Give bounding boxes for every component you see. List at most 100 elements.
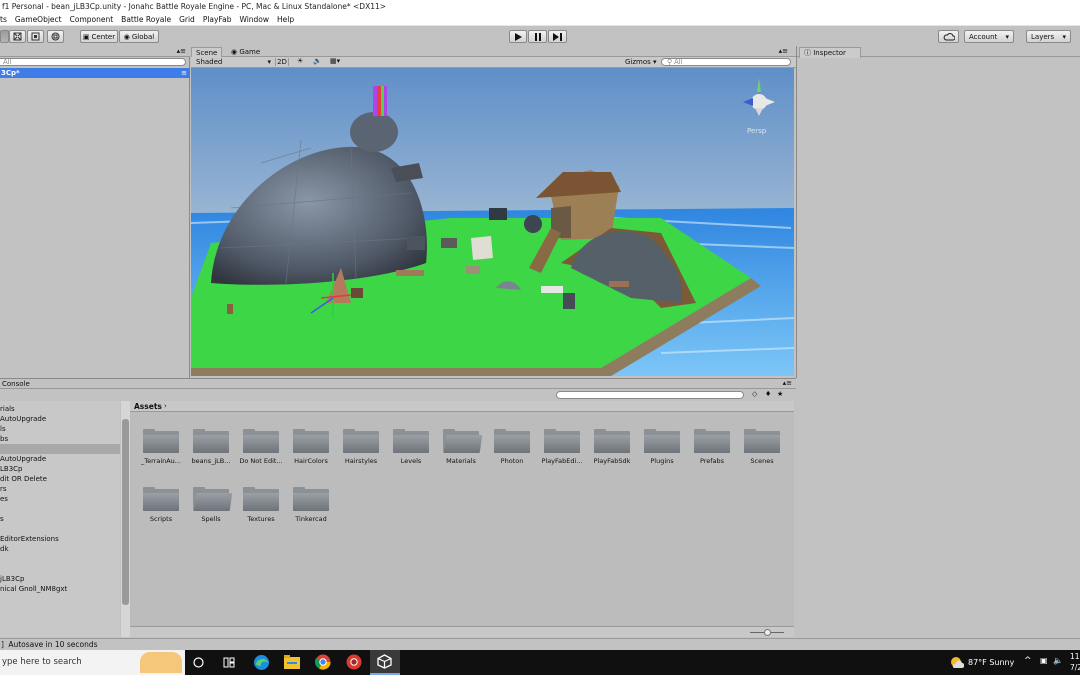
clock-date[interactable]: 7/2 <box>1070 663 1080 672</box>
menu-playfab[interactable]: PlayFab <box>203 13 232 26</box>
tree-item[interactable]: EditorExtensions <box>0 534 120 544</box>
mode-2d-toggle[interactable]: 2D <box>275 58 289 66</box>
tree-item[interactable]: jLB3Cp <box>0 574 120 584</box>
shading-mode-dropdown[interactable]: Shaded ▾ <box>196 58 271 66</box>
folder-icon <box>694 429 730 453</box>
tree-item[interactable]: s <box>0 514 120 524</box>
folder-item[interactable]: Textures <box>236 487 286 523</box>
audio-toggle[interactable]: 🔈 <box>313 57 322 65</box>
global-space-toggle[interactable]: ◉ Global <box>119 30 159 43</box>
folder-item[interactable]: beans_jLB... <box>186 429 236 465</box>
tree-item[interactable]: AutoUpgrade <box>0 454 120 464</box>
folder-item[interactable]: Materials <box>436 429 486 465</box>
unity-taskbar-button[interactable] <box>370 650 400 675</box>
icon-size-slider-thumb[interactable] <box>764 629 771 636</box>
collab-button[interactable] <box>938 30 959 43</box>
tree-item[interactable]: LB3Cp <box>0 464 120 474</box>
account-dropdown[interactable]: Account ▾ <box>964 30 1014 43</box>
panel-menu-icon[interactable]: ▴≡ <box>779 47 788 55</box>
tab-game[interactable]: ◉ Game <box>227 47 264 57</box>
project-search-input[interactable] <box>556 391 744 399</box>
tree-item[interactable] <box>0 564 120 574</box>
hierarchy-search-input[interactable]: All <box>0 58 186 66</box>
taskbar-search-box[interactable]: ype here to search <box>0 650 185 675</box>
menu-assets[interactable]: ts <box>0 13 7 26</box>
folder-item[interactable]: PlayFabEdi... <box>537 429 587 465</box>
gizmos-dropdown[interactable]: Gizmos ▾ <box>625 58 657 66</box>
clock-time[interactable]: 11 <box>1070 652 1080 661</box>
folder-item[interactable]: Levels <box>386 429 436 465</box>
folder-item[interactable]: _TerrainAu... <box>136 429 186 465</box>
folder-item[interactable]: Scenes <box>737 429 787 465</box>
step-button[interactable] <box>548 30 567 43</box>
effects-dropdown[interactable]: ▦▾ <box>330 57 340 65</box>
folder-item[interactable]: Do Not Edit... <box>236 429 286 465</box>
tree-item[interactable]: ls <box>0 424 120 434</box>
folder-item[interactable]: Spells <box>186 487 236 523</box>
pivot-center-toggle[interactable]: ▣ Center <box>80 30 118 43</box>
tree-item[interactable]: es <box>0 494 120 504</box>
menu-component[interactable]: Component <box>70 13 114 26</box>
file-explorer-icon[interactable] <box>284 655 300 669</box>
tree-item[interactable] <box>0 504 120 514</box>
folder-item[interactable]: Scripts <box>136 487 186 523</box>
tree-item[interactable] <box>0 524 120 534</box>
folder-item[interactable]: Prefabs <box>687 429 737 465</box>
volume-icon[interactable]: 🔈 <box>1053 656 1063 665</box>
chevron-up-icon[interactable]: ^ <box>1024 656 1032 666</box>
folder-item[interactable]: Plugins <box>637 429 687 465</box>
lighting-toggle[interactable]: ☀ <box>297 57 303 65</box>
tree-item[interactable]: dit OR Delete <box>0 474 120 484</box>
project-panel: Console ▴≡ ◇ ♦ ★ rials AutoUpgrade ls bs… <box>0 378 796 638</box>
scene-search-input[interactable]: ⚲ All <box>661 58 791 66</box>
rect-tool-button[interactable] <box>27 30 44 43</box>
favorite-star-icon[interactable]: ★ <box>777 390 783 398</box>
folder-item[interactable]: PlayFabSdk <box>587 429 637 465</box>
tree-item[interactable]: rials <box>0 404 120 414</box>
menu-gameobject[interactable]: GameObject <box>15 13 62 26</box>
folder-item[interactable]: Photon <box>487 429 537 465</box>
tree-scrollbar[interactable] <box>121 401 130 637</box>
account-label: Account <box>969 32 998 41</box>
chrome-browser-icon[interactable] <box>315 654 331 670</box>
filter-by-label-icon[interactable]: ♦ <box>765 390 771 398</box>
layers-dropdown[interactable]: Layers ▾ <box>1026 30 1071 43</box>
panel-menu-icon[interactable]: ▴≡ <box>177 47 186 55</box>
tab-inspector[interactable]: ⓘ Inspector <box>799 47 861 58</box>
folder-item[interactable]: HairColors <box>286 429 336 465</box>
folder-item[interactable]: Hairstyles <box>336 429 386 465</box>
menu-window[interactable]: Window <box>239 13 269 26</box>
rotate-tool-button[interactable] <box>9 30 26 43</box>
filter-by-type-icon[interactable]: ◇ <box>752 390 757 398</box>
menu-battle-royale[interactable]: Battle Royale <box>121 13 171 26</box>
move-tool-button[interactable] <box>0 30 9 43</box>
menu-grid[interactable]: Grid <box>179 13 195 26</box>
folder-item[interactable]: Tinkercad <box>286 487 336 523</box>
tree-scrollbar-thumb[interactable] <box>122 419 129 605</box>
scene-item[interactable]: 3Cp* ≡ <box>0 68 190 78</box>
breadcrumb-assets[interactable]: Assets <box>134 402 162 411</box>
menu-help[interactable]: Help <box>277 13 294 26</box>
tree-item[interactable]: nical Gnoll_NM8gxt <box>0 584 120 594</box>
edge-browser-icon[interactable] <box>253 654 270 671</box>
weather-text[interactable]: 87°F Sunny <box>968 658 1014 667</box>
tree-item-selected[interactable] <box>0 444 120 454</box>
widgets-icon[interactable] <box>223 657 235 668</box>
transform-tool-button[interactable] <box>47 30 64 43</box>
tree-item[interactable]: dk <box>0 544 120 554</box>
tree-item[interactable]: AutoUpgrade <box>0 414 120 424</box>
tree-item[interactable]: rs <box>0 484 120 494</box>
tree-item[interactable] <box>0 554 120 564</box>
chrome-alt-icon[interactable] <box>346 654 362 670</box>
panel-menu-icon[interactable]: ▴≡ <box>783 379 792 387</box>
tab-console[interactable]: Console <box>0 379 34 389</box>
weather-icon[interactable] <box>950 656 964 669</box>
scene-menu-icon[interactable]: ≡ <box>181 68 187 78</box>
pause-button[interactable] <box>528 30 547 43</box>
scene-viewport[interactable]: Persp <box>191 68 794 376</box>
network-icon[interactable]: ▣ <box>1040 656 1048 665</box>
task-view-icon[interactable] <box>193 657 204 668</box>
folder-icon <box>193 429 229 453</box>
play-button[interactable] <box>509 30 527 43</box>
tree-item[interactable]: bs <box>0 434 120 444</box>
